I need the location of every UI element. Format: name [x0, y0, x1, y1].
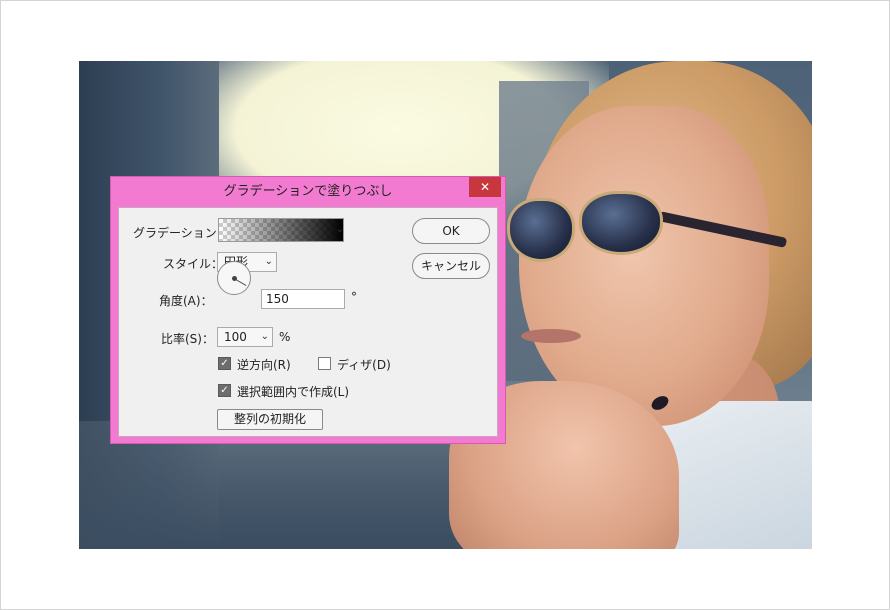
reset-alignment-button[interactable]: 整列の初期化 — [217, 409, 323, 430]
gradient-fill-dialog: グラデーションで塗りつぶし ✕ グラデーション： ⌄ スタイル： 円形 ⌄ 角度… — [110, 176, 506, 444]
gradient-ramp — [219, 219, 343, 241]
style-label: スタイル： — [163, 257, 224, 271]
angle-value: 150 — [266, 292, 289, 306]
photo-lips — [521, 329, 581, 343]
percent-unit: % — [279, 330, 291, 344]
angle-label: 角度(A)： — [159, 294, 213, 308]
dither-label[interactable]: ディザ(D) — [337, 356, 391, 373]
scale-combobox[interactable]: 100 ⌄ — [217, 327, 273, 347]
degree-unit: ° — [351, 290, 357, 304]
ok-label: OK — [442, 224, 460, 238]
photo-sunglasses-lens — [579, 191, 663, 255]
checkmark-icon: ✓ — [220, 358, 229, 369]
reset-alignment-label: 整列の初期化 — [233, 412, 306, 426]
align-with-layer-checkbox[interactable]: ✓ — [218, 384, 231, 397]
angle-input[interactable]: 150 — [261, 289, 345, 309]
angle-dial[interactable] — [217, 261, 251, 295]
checkmark-icon: ✓ — [220, 385, 229, 396]
close-button[interactable]: ✕ — [469, 177, 501, 197]
scale-value: 100 — [224, 330, 247, 344]
photo-face — [519, 106, 769, 426]
align-with-layer-label[interactable]: 選択範囲内で作成(L) — [237, 383, 349, 400]
reverse-label[interactable]: 逆方向(R) — [237, 356, 291, 373]
angle-hub — [232, 276, 237, 281]
chevron-down-icon[interactable]: ⌄ — [333, 219, 347, 241]
gradient-label: グラデーション： — [133, 226, 229, 240]
reverse-checkbox[interactable]: ✓ — [218, 357, 231, 370]
dither-checkbox[interactable] — [318, 357, 331, 370]
gradient-preview[interactable] — [218, 218, 344, 242]
dialog-title[interactable]: グラデーションで塗りつぶし — [111, 177, 505, 207]
dialog-body: グラデーション： ⌄ スタイル： 円形 ⌄ 角度(A)： 150 ° 比率(S)… — [118, 207, 498, 437]
photo-sunglasses-lens — [507, 198, 575, 262]
close-icon: ✕ — [479, 180, 491, 194]
cancel-label: キャンセル — [420, 259, 481, 273]
chevron-down-icon: ⌄ — [264, 256, 273, 267]
chevron-down-icon: ⌄ — [260, 331, 269, 342]
ok-button[interactable]: OK — [412, 218, 490, 244]
scale-label: 比率(S)： — [161, 332, 214, 346]
cancel-button[interactable]: キャンセル — [412, 253, 490, 279]
